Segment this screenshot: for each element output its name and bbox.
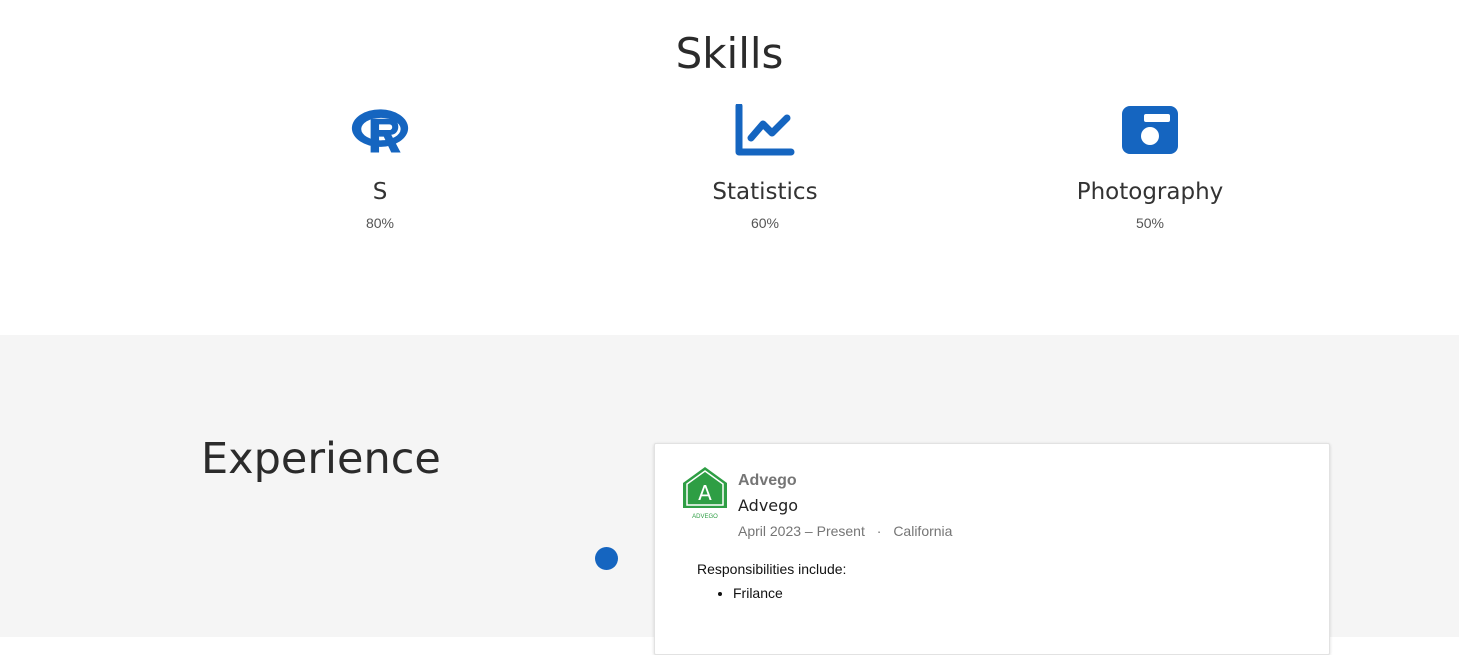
- skills-title: Skills: [675, 29, 784, 78]
- skill-level: 60%: [750, 215, 780, 231]
- skills-section: Skills S 80% Statistics 60% Photography …: [0, 0, 1459, 335]
- location: California: [893, 523, 953, 539]
- experience-section: Experience A ADVEGO Advego Advego April …: [0, 335, 1459, 655]
- chart-line-icon: [735, 104, 795, 156]
- experience-title: Experience: [201, 434, 441, 484]
- skill-item-statistics: Statistics 60%: [615, 104, 915, 232]
- skill-level: 50%: [1135, 215, 1165, 231]
- skill-item-photography: Photography 50%: [1000, 104, 1300, 232]
- responsibilities-label: Responsibilities include:: [697, 561, 847, 577]
- experience-meta: April 2023 – Present · California: [738, 522, 952, 540]
- skill-name: Statistics: [712, 179, 818, 205]
- meta-separator: ·: [876, 523, 882, 539]
- logo-letter: A: [698, 481, 712, 505]
- responsibilities-list: Frilance: [697, 584, 783, 602]
- date-range: April 2023 – Present: [738, 523, 865, 539]
- list-item: Frilance: [733, 584, 783, 602]
- timeline-dot: [595, 547, 618, 570]
- experience-card: A ADVEGO Advego Advego April 2023 – Pres…: [654, 443, 1330, 655]
- advego-logo-icon: A ADVEGO: [683, 467, 727, 520]
- skill-item-s: S 80%: [230, 104, 530, 232]
- logo-caption: ADVEGO: [692, 514, 718, 520]
- r-language-icon: [351, 109, 409, 153]
- role-title: Advego: [738, 496, 799, 515]
- skill-name: S: [372, 179, 388, 205]
- company-name: Advego: [738, 472, 797, 489]
- skill-name: Photography: [1076, 179, 1224, 205]
- camera-icon: [1122, 106, 1178, 154]
- skill-level: 80%: [365, 215, 395, 231]
